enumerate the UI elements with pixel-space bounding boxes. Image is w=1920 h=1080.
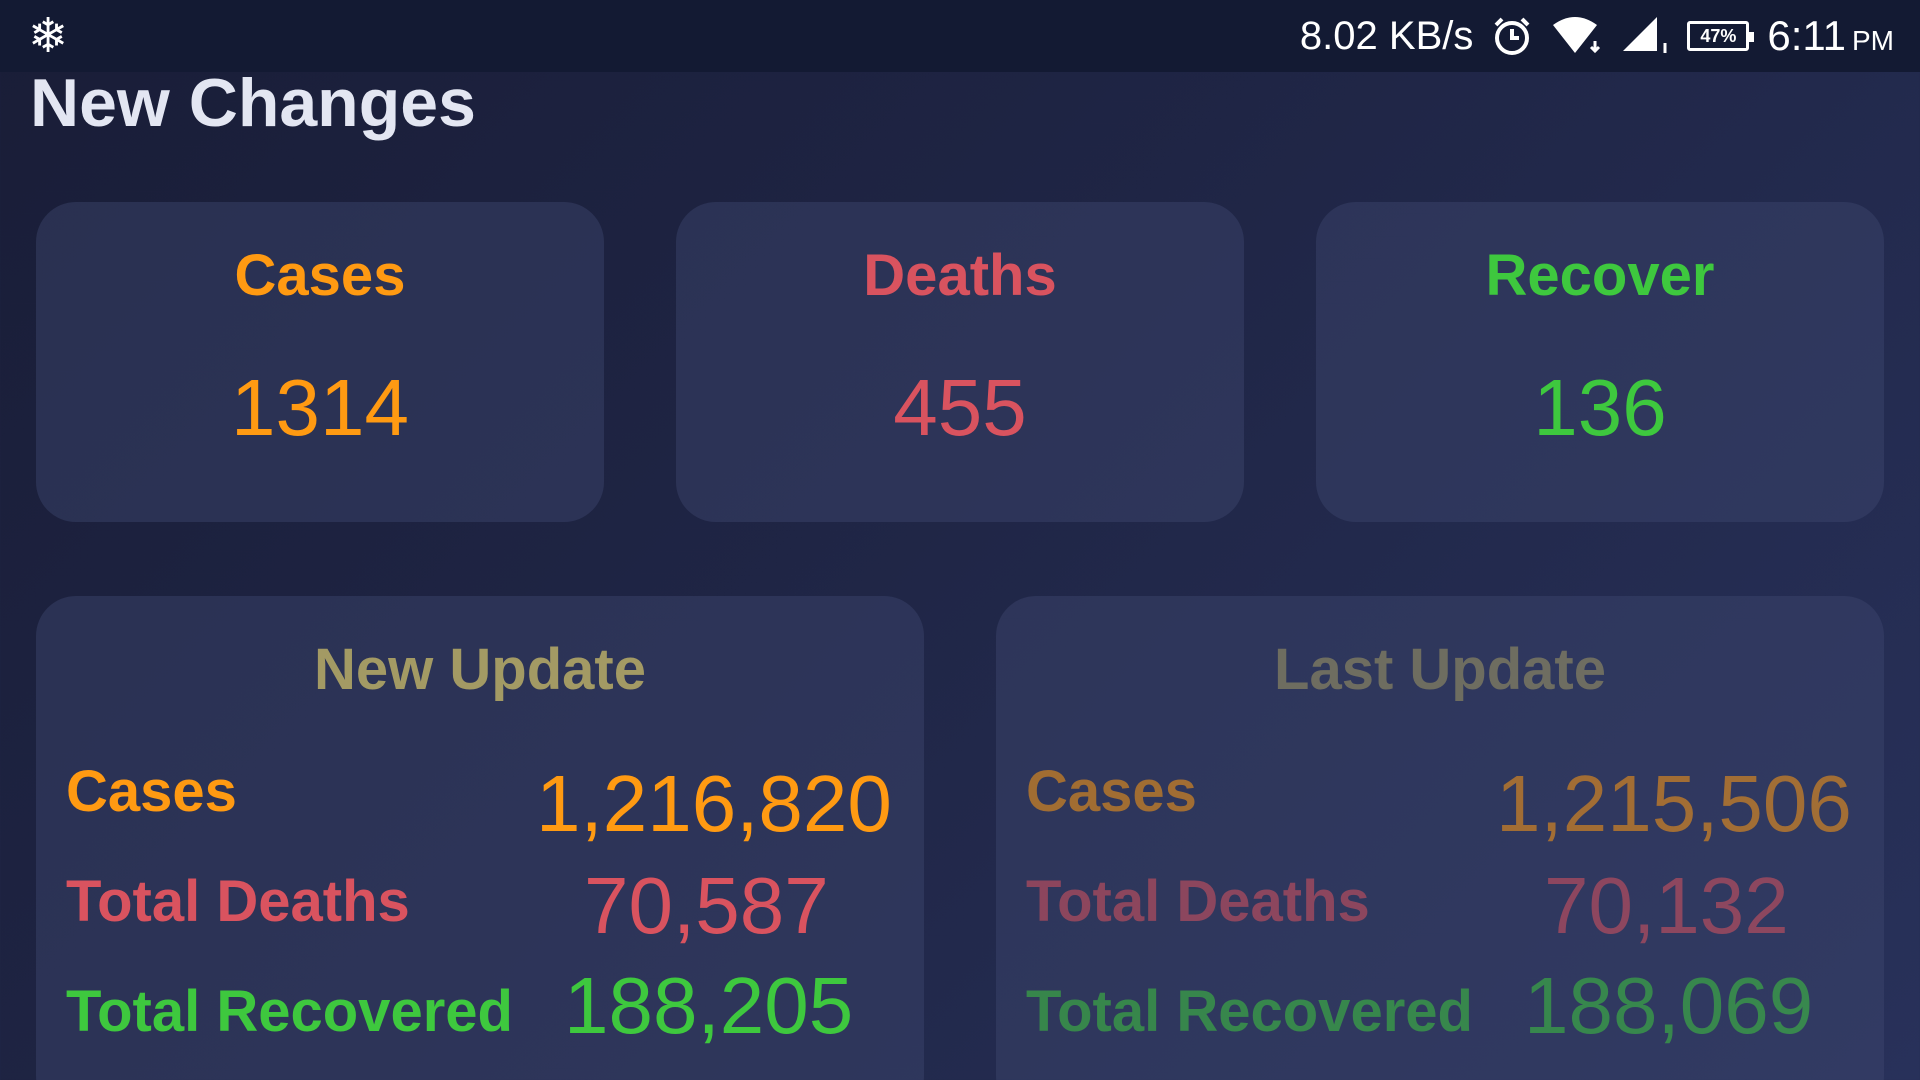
cases-card: Cases 1314 <box>36 202 604 522</box>
cell-signal-icon <box>1621 15 1669 57</box>
page-title: New Changes <box>30 65 476 141</box>
status-bar: ❄ 8.02 KB/s 47% 6:11 PM <box>0 0 1920 72</box>
last-update-title: Last Update <box>1274 637 1606 702</box>
last-deaths-value: 70,132 <box>1544 861 1789 950</box>
new-deaths-value: 70,587 <box>584 861 829 950</box>
clock-ampm: PM <box>1852 25 1894 56</box>
new-cases-value: 1,216,820 <box>536 759 892 848</box>
recover-card: Recover 136 <box>1316 202 1884 522</box>
cases-value: 1314 <box>231 363 409 452</box>
new-update-title: New Update <box>314 637 646 702</box>
recover-label: Recover <box>1485 243 1715 308</box>
deaths-card: Deaths 455 <box>676 202 1244 522</box>
last-deaths-label: Total Deaths <box>1026 869 1370 934</box>
new-recovered-value: 188,205 <box>564 961 854 1050</box>
recover-value: 136 <box>1533 363 1667 452</box>
new-deaths-label: Total Deaths <box>66 869 410 934</box>
network-speed: 8.02 KB/s <box>1299 13 1474 58</box>
deaths-value: 455 <box>893 363 1027 452</box>
snowflake-icon: ❄ <box>28 8 69 64</box>
last-recovered-value: 188,069 <box>1524 961 1814 1050</box>
battery-indicator: 47% <box>1687 21 1755 51</box>
new-update-card: New Update Cases 1,216,820 Total Deaths … <box>36 596 924 1080</box>
cases-label: Cases <box>234 243 406 308</box>
last-recovered-label: Total Recovered <box>1026 979 1473 1044</box>
deaths-label: Deaths <box>863 243 1057 308</box>
new-recovered-label: Total Recovered <box>66 979 513 1044</box>
last-cases-value: 1,215,506 <box>1496 759 1852 848</box>
wifi-icon <box>1551 15 1603 57</box>
new-cases-label: Cases <box>66 759 237 824</box>
last-cases-label: Cases <box>1026 759 1197 824</box>
alarm-clock-icon <box>1491 15 1533 57</box>
clock-time: 6:11 <box>1767 12 1846 59</box>
last-update-card: Last Update Cases 1,215,506 Total Deaths… <box>996 596 1884 1080</box>
